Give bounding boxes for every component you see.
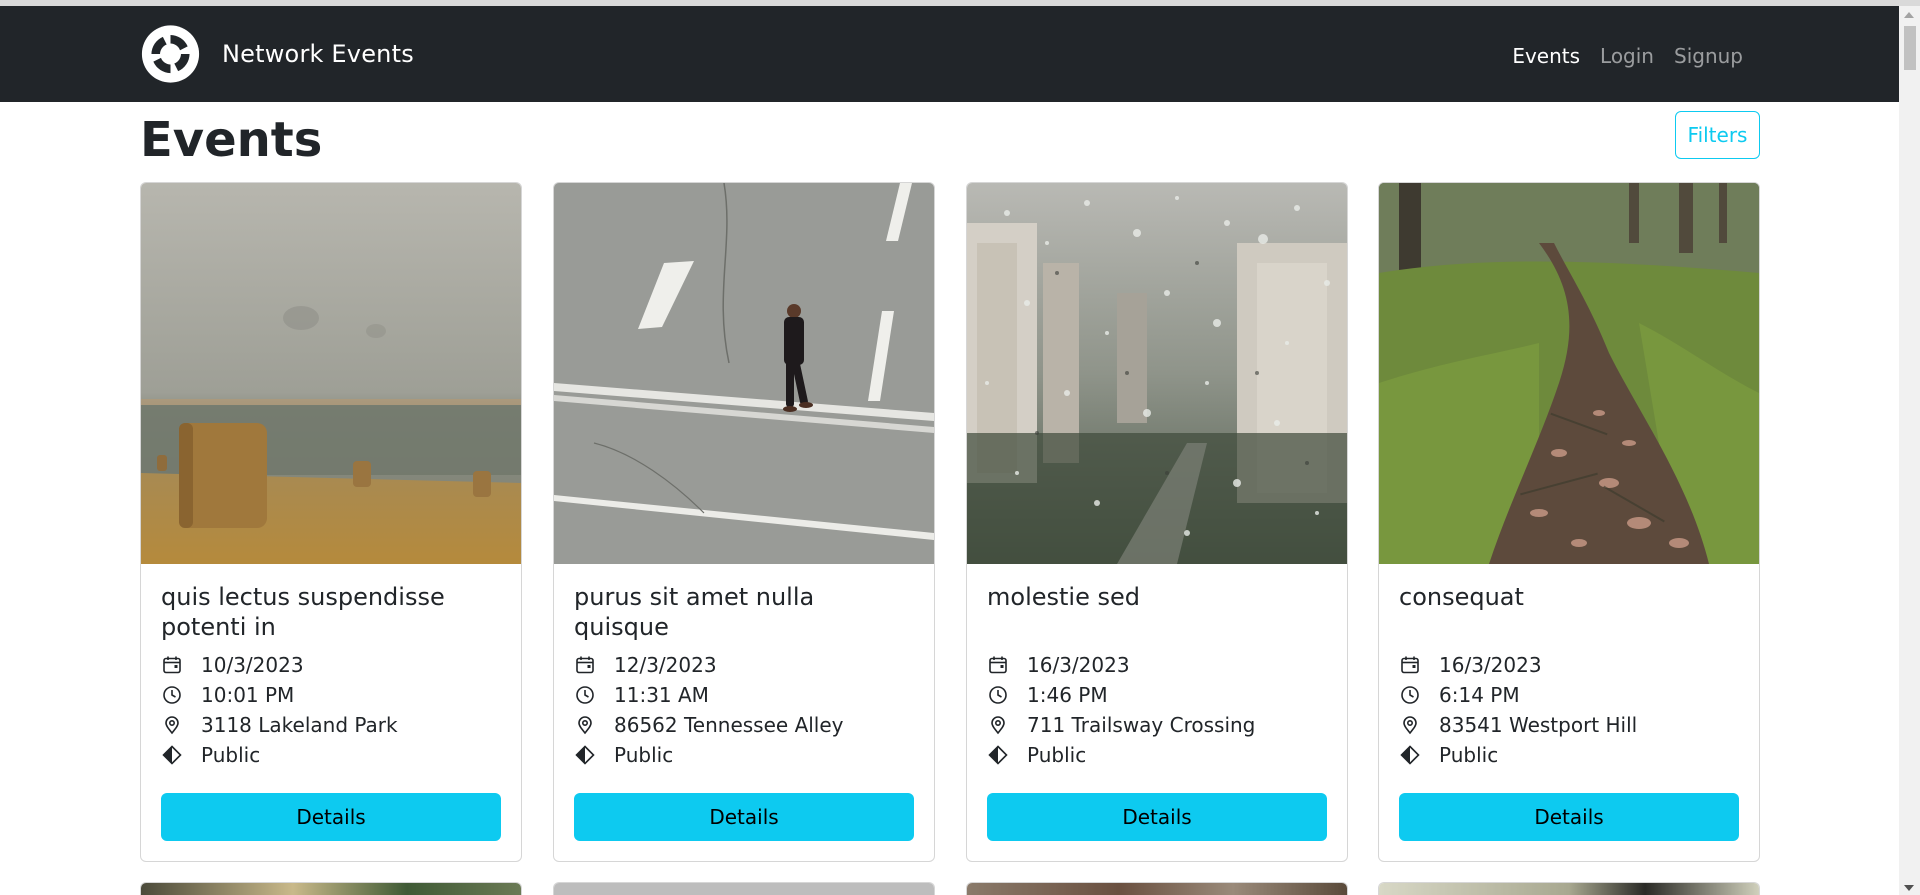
event-image[interactable] [967,183,1347,564]
event-date: 10/3/2023 [161,650,501,680]
main-nav: Events Login Signup [1492,44,1743,68]
calendar-icon [987,654,1009,676]
event-visibility: Public [1399,740,1739,770]
event-title: purus sit amet nulla quisque [574,583,815,641]
event-location: 711 Trailsway Crossing [987,710,1327,740]
event-visibility: Public [161,740,501,770]
event-card: quis lectus suspendisse potenti in 10/3/… [140,182,522,862]
event-card-partial[interactable] [966,882,1348,895]
event-image [1379,883,1759,895]
clock-icon [1399,684,1421,706]
calendar-icon [574,654,596,676]
event-time: 11:31 AM [574,680,914,710]
clock-icon [574,684,596,706]
event-card: consequat 16/3/2023 6:14 PM 83541 Westpo… [1378,182,1760,862]
scroll-thumb[interactable] [1904,26,1916,70]
event-time: 10:01 PM [161,680,501,710]
event-visibility: Public [987,740,1327,770]
event-card-body: consequat 16/3/2023 6:14 PM 83541 Westpo… [1399,582,1739,770]
half-diamond-icon [574,744,596,766]
event-card: molestie sed 16/3/2023 1:46 PM 711 Trail… [966,182,1348,862]
event-image[interactable] [1379,183,1759,564]
navbar: Network Events Events Login Signup [0,6,1899,102]
nav-link-signup[interactable]: Signup [1674,44,1743,68]
event-image[interactable] [554,183,934,564]
scroll-up-arrow-icon[interactable] [1904,12,1914,18]
calendar-icon [1399,654,1421,676]
event-location: 86562 Tennessee Alley [574,710,914,740]
event-location: 83541 Westport Hill [1399,710,1739,740]
map-pin-icon [987,714,1009,736]
half-diamond-icon [161,744,183,766]
event-image [967,883,1347,895]
event-time: 1:46 PM [987,680,1327,710]
details-button[interactable]: Details [987,793,1327,841]
event-image [141,883,521,895]
details-button[interactable]: Details [574,793,914,841]
event-time: 6:14 PM [1399,680,1739,710]
event-card-body: purus sit amet nulla quisque 12/3/2023 1… [574,582,914,770]
event-card: purus sit amet nulla quisque 12/3/2023 1… [553,182,935,862]
logo-icon [141,25,200,83]
event-title: quis lectus suspendisse potenti in [161,583,445,641]
scroll-down-arrow-icon[interactable] [1904,885,1914,891]
calendar-icon [161,654,183,676]
event-card-partial[interactable] [140,882,522,895]
event-card-partial[interactable] [1378,882,1760,895]
map-pin-icon [574,714,596,736]
event-date: 16/3/2023 [987,650,1327,680]
nav-link-events[interactable]: Events [1512,44,1580,68]
event-date: 16/3/2023 [1399,650,1739,680]
nav-link-login[interactable]: Login [1600,44,1654,68]
brand-name: Network Events [222,40,414,68]
page-title: Events [140,112,323,168]
details-button[interactable]: Details [1399,793,1739,841]
brand[interactable]: Network Events [140,22,414,86]
event-card-body: molestie sed 16/3/2023 1:46 PM 711 Trail… [987,582,1327,770]
page-scrollbar[interactable] [1899,6,1920,895]
event-title: molestie sed [987,583,1140,611]
filters-button[interactable]: Filters [1675,111,1760,159]
event-date: 12/3/2023 [574,650,914,680]
event-visibility: Public [574,740,914,770]
event-image [554,883,934,895]
event-title: consequat [1399,583,1524,611]
clock-icon [161,684,183,706]
details-button[interactable]: Details [161,793,501,841]
event-card-partial[interactable] [553,882,935,895]
clock-icon [987,684,1009,706]
event-card-body: quis lectus suspendisse potenti in 10/3/… [161,582,501,770]
event-image[interactable] [141,183,521,564]
map-pin-icon [161,714,183,736]
event-location: 3118 Lakeland Park [161,710,501,740]
half-diamond-icon [987,744,1009,766]
half-diamond-icon [1399,744,1421,766]
map-pin-icon [1399,714,1421,736]
